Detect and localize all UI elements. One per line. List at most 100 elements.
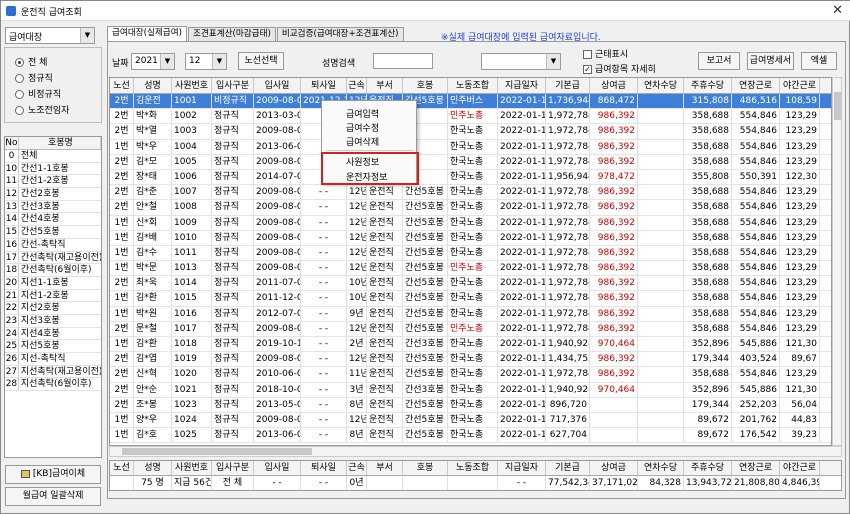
delete-all-button[interactable]: 월급여 일괄삭제	[5, 487, 101, 506]
table-row[interactable]: 2번최*욱1014정규직2011-07-01- -10년운전직간선5호봉한국노총…	[110, 276, 831, 292]
list-item[interactable]: 15 간선5호봉	[5, 226, 101, 239]
list-item[interactable]: 10 간선1-1호봉	[5, 162, 101, 176]
list-item-name: 간선5호봉	[20, 227, 60, 238]
column-header[interactable]: 입사구분	[212, 78, 254, 93]
table-row[interactable]: 1번김*수1011정규직2009-08-01- -12년운전직간선5호봉한국노총…	[110, 245, 831, 262]
menu-item-pay-delete[interactable]: 급여삭제	[346, 135, 379, 148]
table-cell: 315,808	[684, 94, 732, 109]
list-item[interactable]: 11 간선1-2호봉	[5, 175, 101, 189]
radio-option[interactable]: 정규직	[15, 71, 53, 84]
column-header[interactable]: 부서	[367, 78, 403, 93]
table-cell: 970,464	[590, 337, 638, 352]
menu-item-pay-edit[interactable]: 급여수정	[346, 121, 379, 134]
radio-option[interactable]: 비정규직	[15, 87, 61, 100]
column-header[interactable]: 노동조합	[448, 78, 498, 93]
list-item[interactable]: 25 지선5호봉	[5, 340, 101, 353]
table-cell: - -	[301, 382, 347, 397]
table-row[interactable]: 1번박*우1004정규직2013-06-01 한국노총2022-01-151,97…	[110, 139, 831, 155]
table-row[interactable]: 1번김*호1025정규직2013-06-01- -8년운전직간선5호봉한국노총2…	[110, 428, 831, 444]
list-item[interactable]: 27 지선촉탁(재고용이전)	[5, 365, 101, 379]
table-row[interactable]: 1번신*회1009정규직2009-08-01- -12년운전직간선5호봉한국노총…	[110, 215, 831, 231]
table-row[interactable]: 2번김*준1007정규직2009-08-01- -12년운전직간선5호봉한국노총…	[110, 185, 831, 201]
table-row[interactable]: 2번박*화1002정규직2013-03-01 민주노총2022-01-151,97…	[110, 109, 831, 125]
list-item[interactable]: 21 지선1-2호봉	[5, 289, 101, 303]
list-item[interactable]: 14 간선4호봉	[5, 213, 101, 227]
table-row[interactable]: 2번박*열1003정규직2009-08-01 한국노총2022-01-151,97…	[110, 124, 831, 140]
table-row[interactable]: 2번장*태1006정규직2014-07-01 한국노총2022-01-151,95…	[110, 169, 831, 186]
scroll-thumb[interactable]	[122, 448, 312, 455]
excel-button[interactable]: 엑셀	[801, 52, 837, 70]
table-row[interactable]: 2번안*순1021정규직2018-10-01- -3년운전직간선3호봉한국노총2…	[110, 382, 831, 398]
kb-transfer-button[interactable]: [KB]급여이체	[5, 465, 101, 484]
column-header[interactable]: 사원번호	[172, 78, 212, 93]
close-icon[interactable]: ✕	[832, 3, 843, 18]
vertical-scrollbar[interactable]	[832, 77, 842, 446]
column-header[interactable]: 상여금	[590, 78, 638, 93]
column-header[interactable]: 노선	[110, 78, 134, 93]
list-item[interactable]: 0 전체	[5, 150, 101, 163]
year-select[interactable]: 2021 ▼	[131, 53, 175, 70]
filter-combo[interactable]: ▼	[481, 53, 561, 70]
column-header[interactable]: 주휴수당	[684, 78, 732, 93]
column-header[interactable]: 퇴사일	[301, 78, 347, 93]
table-row[interactable]: 1번박*문1013정규직2009-08-01- -12년운전직간선5호봉민주노총…	[110, 261, 831, 277]
name-search-input[interactable]	[373, 53, 433, 69]
column-header[interactable]: 연차수당	[638, 78, 684, 93]
table-row[interactable]: 2번안*철1008정규직2009-08-01- -12년운전직간선5호봉한국노총…	[110, 200, 831, 216]
column-header[interactable]: 야간근로	[780, 78, 820, 93]
list-item[interactable]: 28 지선촉탁(6월이후)	[5, 378, 101, 392]
radio-option[interactable]: 노조전임자	[15, 103, 69, 116]
column-header[interactable]: 성명	[134, 78, 172, 93]
list-item[interactable]: 18 간선촉탁(6월이후)	[5, 264, 101, 277]
table-row[interactable]: 1번김*환1015정규직2011-12-01- -10년운전직간선5호봉한국노총…	[110, 291, 831, 307]
list-item[interactable]: 26 지선-촉탁직	[5, 353, 101, 366]
list-item[interactable]: 17 간선촉탁(재고용이전)	[5, 251, 101, 265]
radio-option[interactable]: 전 체	[15, 55, 47, 68]
tab-2[interactable]: 비교검증(급여대장+조견표계산)	[276, 27, 404, 41]
scroll-thumb[interactable]	[834, 92, 841, 120]
payslip-button[interactable]: 급여명세서	[747, 52, 794, 70]
column-header[interactable]: 지급일자	[498, 78, 546, 93]
table-cell: 986,392	[590, 139, 638, 154]
kb-transfer-label: [KB]급여이체	[32, 469, 86, 479]
list-item[interactable]: 24 지선4호봉	[5, 327, 101, 341]
list-item[interactable]: 12 간선2호봉	[5, 188, 101, 201]
column-header[interactable]: 입사일	[254, 78, 301, 93]
list-item[interactable]: 20 지선1-1호봉	[5, 276, 101, 290]
table-row[interactable]: 2번김*모1005정규직2009-08-01 한국노총2022-01-151,97…	[110, 154, 831, 170]
list-item[interactable]: 22 지선2호봉	[5, 302, 101, 315]
column-header[interactable]: 기본급	[546, 78, 590, 93]
list-item[interactable]: 23 지선3호봉	[5, 314, 101, 328]
table-row[interactable]: 1번김*배1010정규직2009-08-01- -12년운전직간선5호봉한국노총…	[110, 230, 831, 246]
route-select-button[interactable]: 노선선택	[238, 52, 284, 70]
table-row[interactable]: 2번조*봉1023정규직2013-05-01- -8년운전직간선5호봉한국노총2…	[110, 397, 831, 413]
table-row[interactable]: 2번문*철1017정규직2009-08-01- -12년운전직간선5호봉민주노총…	[110, 321, 831, 337]
column-header[interactable]: 호봉	[403, 78, 448, 93]
detail-checkbox[interactable]: ✓ 급여항목 자세히	[583, 62, 656, 75]
table-cell: 민주노총	[448, 109, 498, 124]
menu-item-pay-input[interactable]: 급여입력	[346, 107, 379, 120]
table-cell: 간선5호봉	[403, 306, 448, 321]
table-row[interactable]: 1번김*환1018정규직2019-10-15- -2년운전직간선3호봉한국노총2…	[110, 337, 831, 353]
list-item[interactable]: 16 간선-촉탁직	[5, 238, 101, 252]
attendance-checkbox[interactable]: 근태표시	[583, 47, 628, 60]
tab-0[interactable]: 급여대장(실제급여)	[107, 26, 187, 41]
highlight-box	[321, 152, 419, 185]
tab-1[interactable]: 조견표계산(마감급태)	[187, 27, 276, 41]
table-row[interactable]: 2번신*혁1020정규직2010-06-09- -11년운전직간선5호봉한국노총…	[110, 367, 831, 383]
month-select[interactable]: 12 ▼	[185, 53, 227, 70]
table-row[interactable]: 1번양*우1024정규직2009-08-01- -12년운전직간선5호봉한국노총…	[110, 412, 831, 429]
table-cell: 김운전	[134, 94, 172, 109]
table-cell: 1번	[110, 261, 134, 276]
column-header[interactable]: 근속	[347, 78, 367, 93]
table-row[interactable]: 2번김*엽1019정규직2009-08-01- -12년운전직간선5호봉한국노총…	[110, 352, 831, 368]
table-cell: 2022-01-15	[498, 139, 546, 154]
list-item[interactable]: 13 간선3호봉	[5, 200, 101, 214]
column-header[interactable]: 연장근로	[732, 78, 780, 93]
table-cell: 간선5호봉	[403, 261, 448, 276]
report-button[interactable]: 보고서	[698, 52, 740, 70]
horizontal-scrollbar[interactable]	[109, 446, 842, 457]
table-row[interactable]: 2번김운전1001비정규직2009-08-012021-12-2812년운전직간…	[110, 94, 831, 110]
table-row[interactable]: 1번박*원1016정규직2012-07-01- -9년운전직간선5호봉한국노총2…	[110, 306, 831, 322]
category-select[interactable]: 급여대장 ▼	[5, 27, 95, 44]
